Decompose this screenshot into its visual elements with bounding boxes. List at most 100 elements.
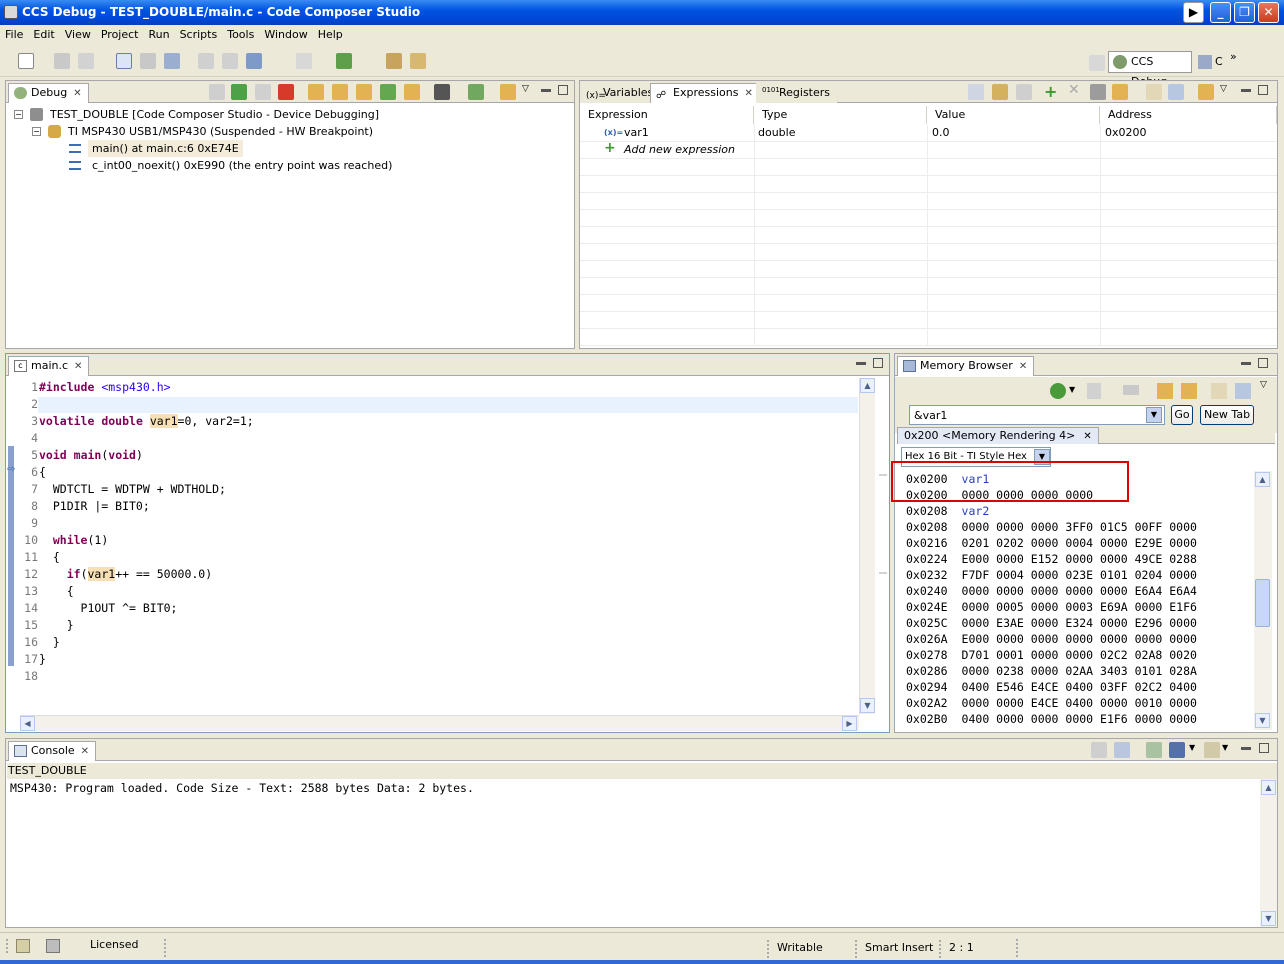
remove-terminated-icon[interactable] xyxy=(209,84,225,100)
tree-item-target[interactable]: − TI MSP430 USB1/MSP430 (Suspended - HW … xyxy=(12,123,572,140)
debug-view-icon[interactable] xyxy=(116,53,132,69)
close-icon[interactable]: ✕ xyxy=(744,88,752,99)
sync-icon[interactable] xyxy=(500,84,516,100)
close-icon[interactable]: ✕ xyxy=(74,361,82,372)
scroll-right-icon[interactable]: ▶ xyxy=(842,716,857,731)
clear-console-icon[interactable] xyxy=(1091,742,1107,758)
pin-console-icon[interactable] xyxy=(1146,742,1162,758)
minimize-view-icon[interactable] xyxy=(541,89,551,92)
console-output[interactable]: MSP430: Program loaded. Code Size - Text… xyxy=(10,781,474,795)
fast-view-icon[interactable] xyxy=(16,939,30,953)
add-icon[interactable]: + xyxy=(1044,82,1057,101)
target-icon[interactable] xyxy=(246,53,262,69)
memory-scrollbar[interactable]: ▲ ▼ xyxy=(1254,471,1272,730)
save-icon[interactable] xyxy=(54,53,70,69)
continuous-refresh-icon[interactable] xyxy=(1198,84,1214,100)
editor-vertical-scrollbar[interactable]: ▲ ▼ xyxy=(859,378,875,714)
step-into-icon[interactable] xyxy=(308,84,324,100)
suspend-icon[interactable] xyxy=(255,84,271,100)
close-icon[interactable]: ✕ xyxy=(73,88,81,99)
export-icon[interactable] xyxy=(1235,383,1251,399)
edit-icon[interactable] xyxy=(410,53,426,69)
scroll-thumb[interactable] xyxy=(1255,579,1270,627)
load-memory-icon[interactable] xyxy=(1123,385,1139,395)
restart-icon[interactable] xyxy=(198,53,214,69)
tab-expressions[interactable]: ☍ Expressions ✕ xyxy=(650,83,760,103)
memory-row[interactable]: 0x0208 var2 xyxy=(906,503,1246,519)
code-line[interactable]: { xyxy=(39,464,854,481)
help-arrow-button[interactable]: ▶ xyxy=(1183,2,1204,23)
scroll-down-icon[interactable]: ▼ xyxy=(860,698,875,713)
editor-horizontal-scrollbar[interactable]: ◀ ▶ xyxy=(20,715,859,731)
code-line[interactable]: WDTCTL = WDTPW + WDTHOLD; xyxy=(39,481,854,498)
step-over-icon[interactable] xyxy=(332,84,348,100)
code-area[interactable]: #include <msp430.h> volatile double var1=… xyxy=(39,379,854,685)
chevron-down-icon[interactable]: ▼ xyxy=(1069,385,1075,394)
scroll-up-icon[interactable]: ▲ xyxy=(1255,472,1270,487)
chip-icon[interactable] xyxy=(434,84,450,100)
scroll-down-icon[interactable]: ▼ xyxy=(1255,713,1270,728)
table-row[interactable]: (x)= var1 double 0.0 0x0200 xyxy=(580,125,1277,142)
go-button[interactable]: Go xyxy=(1171,405,1193,425)
chevron-down-icon[interactable]: ▼ xyxy=(1189,743,1195,752)
code-line[interactable]: } xyxy=(39,617,854,634)
refresh-icon[interactable] xyxy=(1050,383,1066,399)
build-debug-icon[interactable] xyxy=(336,53,352,69)
close-icon[interactable]: ✕ xyxy=(1019,361,1027,372)
code-line[interactable]: void main(void) xyxy=(39,447,854,464)
maximize-view-icon[interactable] xyxy=(1259,743,1269,753)
code-line[interactable]: } xyxy=(39,651,854,668)
menu-project[interactable]: Project xyxy=(96,25,144,45)
console-scrollbar[interactable]: ▲ ▼ xyxy=(1260,779,1277,927)
display-console-icon[interactable] xyxy=(1169,742,1185,758)
memory-row[interactable]: 0x0216 0201 0202 0000 0004 0000 E29E 0000 xyxy=(906,535,1246,551)
menu-edit[interactable]: Edit xyxy=(28,25,59,45)
memory-address-input[interactable] xyxy=(909,405,1165,425)
collapse-icon[interactable]: − xyxy=(14,110,23,119)
restore-button[interactable]: ❐ xyxy=(1234,2,1255,23)
minimize-button[interactable]: _ xyxy=(1210,2,1231,23)
perspective-overflow-label[interactable]: C xyxy=(1215,55,1223,68)
code-line[interactable]: { xyxy=(39,549,854,566)
menu-view[interactable]: View xyxy=(60,25,96,45)
memory-row[interactable]: 0x024E 0000 0005 0000 0003 E69A 0000 E1F6 xyxy=(906,599,1246,615)
code-line[interactable] xyxy=(39,396,854,413)
breakpoint-ruler[interactable]: ⇨ xyxy=(6,378,20,718)
scroll-up-icon[interactable]: ▲ xyxy=(1261,780,1276,795)
chevron-more-icon[interactable]: » xyxy=(1230,50,1237,63)
column-expression[interactable]: Expression xyxy=(580,106,754,124)
memory-row[interactable]: 0x026A E000 0000 0000 0000 0000 0000 0000 xyxy=(906,631,1246,647)
minimize-view-icon[interactable] xyxy=(856,362,866,365)
assembly-step-icon[interactable] xyxy=(380,84,396,100)
code-line[interactable] xyxy=(39,430,854,447)
column-value[interactable]: Value xyxy=(927,106,1100,124)
menu-scripts[interactable]: Scripts xyxy=(175,25,223,45)
close-icon[interactable]: ✕ xyxy=(81,746,89,757)
save-all-icon[interactable] xyxy=(78,53,94,69)
restart-target-icon[interactable] xyxy=(468,84,484,100)
code-line[interactable]: if(var1++ == 50000.0) xyxy=(39,566,854,583)
menu-window[interactable]: Window xyxy=(259,25,312,45)
step-return-icon[interactable] xyxy=(356,84,372,100)
new-tab-button[interactable]: New Tab xyxy=(1200,405,1254,425)
sync-icon[interactable] xyxy=(1181,383,1197,399)
memory-row[interactable]: 0x0294 0400 E546 E4CE 0400 03FF 02C2 0400 xyxy=(906,679,1246,695)
tab-main-c[interactable]: c main.c ✕ xyxy=(8,356,90,376)
menu-tools[interactable]: Tools xyxy=(222,25,259,45)
reset-icon[interactable] xyxy=(222,53,238,69)
view-menu-icon[interactable]: ▽ xyxy=(1220,84,1227,94)
tree-item-session[interactable]: − TEST_DOUBLE [Code Composer Studio - De… xyxy=(12,106,572,123)
code-line[interactable]: P1DIR |= BIT0; xyxy=(39,498,854,515)
terminate-icon[interactable] xyxy=(278,84,294,100)
view-menu-icon[interactable]: ▽ xyxy=(522,84,529,94)
memory-row[interactable]: 0x02A2 0000 0000 E4CE 0400 0000 0010 0000 xyxy=(906,695,1246,711)
link-icon[interactable] xyxy=(1157,383,1173,399)
export-icon[interactable] xyxy=(1168,84,1184,100)
memory-row[interactable]: 0x025C 0000 E3AE 0000 E324 0000 E296 0000 xyxy=(906,615,1246,631)
new-icon[interactable] xyxy=(18,53,34,69)
new-window-icon[interactable] xyxy=(1211,383,1227,399)
menu-file[interactable]: File xyxy=(0,25,28,45)
perspective-ccs-debug[interactable]: CCS Debug xyxy=(1108,51,1192,88)
scroll-lock-icon[interactable] xyxy=(1114,742,1130,758)
scroll-up-icon[interactable]: ▲ xyxy=(860,378,875,393)
